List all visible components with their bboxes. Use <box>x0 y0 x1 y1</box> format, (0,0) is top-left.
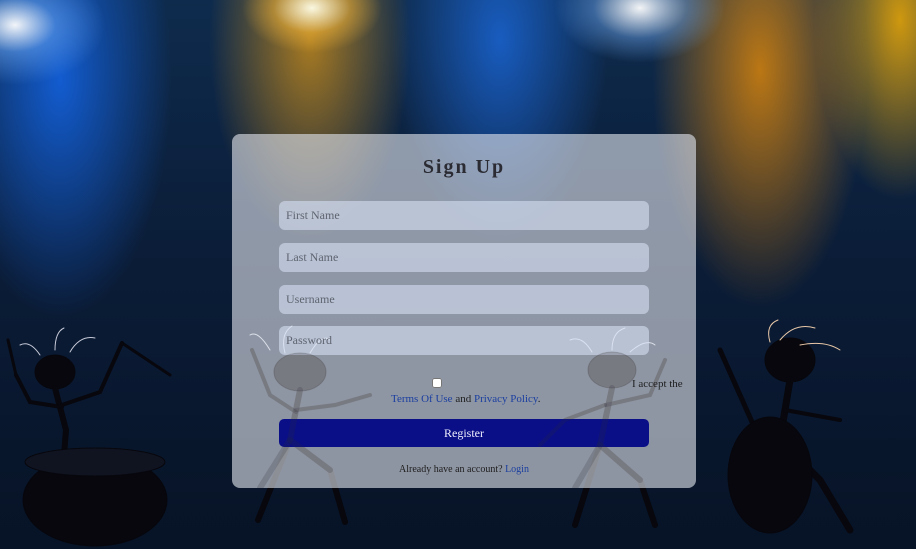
register-button[interactable]: Register <box>279 419 649 447</box>
stage-background: Sign Up I accept the Terms Of Use and Pr… <box>0 0 916 549</box>
login-prompt-text: Already have an account? <box>399 464 503 475</box>
signup-title: Sign Up <box>422 156 506 178</box>
login-prompt: Already have an account? Login <box>232 464 696 475</box>
accept-terms-label: I accept the <box>632 378 683 390</box>
last-name-field[interactable] <box>279 243 649 272</box>
first-name-field[interactable] <box>279 201 649 230</box>
login-link[interactable]: Login <box>505 464 529 475</box>
terms-links-line: Terms Of Use and Privacy Policy. <box>391 393 540 405</box>
privacy-policy-link[interactable]: Privacy Policy <box>474 393 538 405</box>
terms-section: I accept the Terms Of Use and Privacy Po… <box>232 378 696 414</box>
signup-card: Sign Up I accept the Terms Of Use and Pr… <box>232 134 696 488</box>
terms-checkbox[interactable] <box>432 378 442 388</box>
username-field[interactable] <box>279 285 649 314</box>
terms-and-text: and <box>455 393 472 405</box>
terms-of-use-link[interactable]: Terms Of Use <box>391 393 453 405</box>
terms-period: . <box>537 393 541 405</box>
password-field[interactable] <box>279 326 649 355</box>
